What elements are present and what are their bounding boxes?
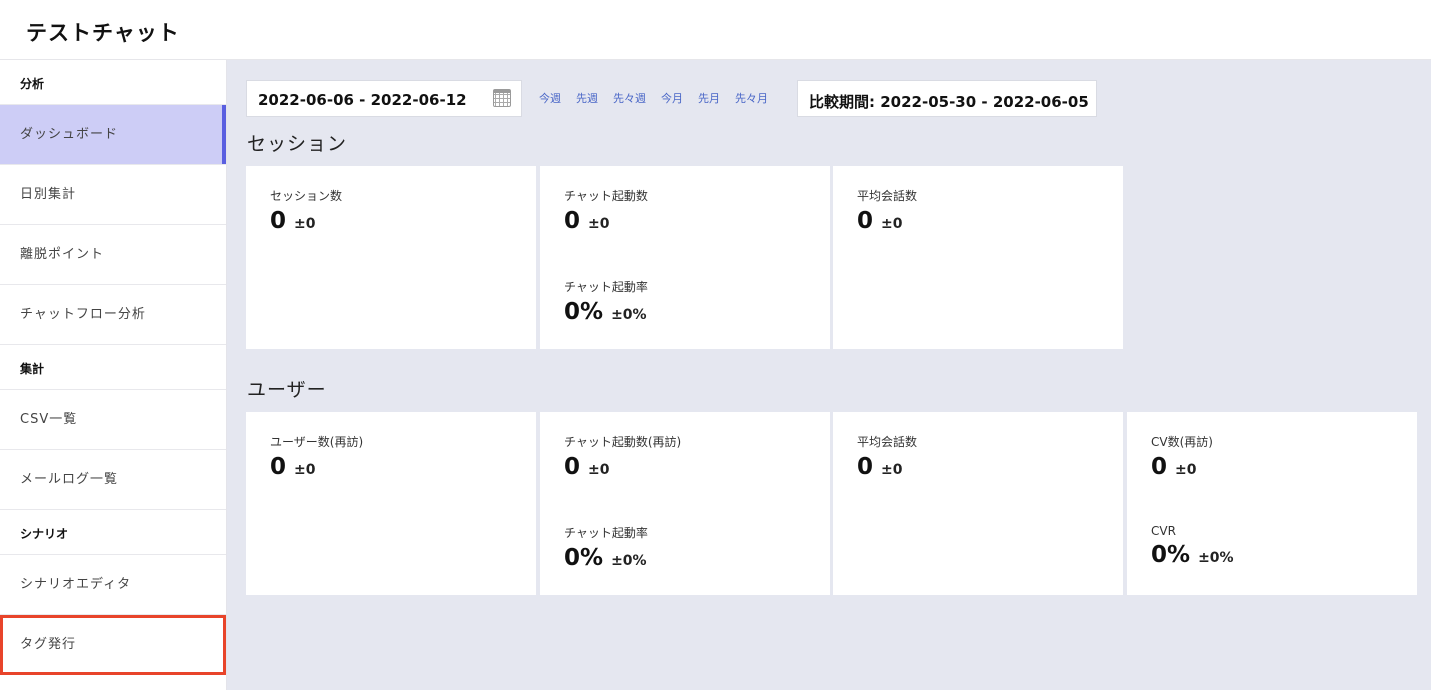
metric-diff: ±0% <box>611 553 647 569</box>
metric-users-returning: ユーザー数(再訪) 0 ±0 <box>270 433 363 480</box>
sidebar-item-csv-list[interactable]: CSV一覧 <box>0 390 226 450</box>
metric-card-chat-launches: チャット起動数 0 ±0 チャット起動率 0% ±0% <box>540 166 830 349</box>
app-title: テストチャット <box>26 21 180 45</box>
metric-diff: ±0 <box>881 462 903 478</box>
metric-avg-conversations: 平均会話数 0 ±0 <box>857 187 917 234</box>
metric-value: 0% <box>564 299 604 325</box>
sidebar-item-scenario-editor[interactable]: シナリオエディタ <box>0 555 226 615</box>
session-heading: セッション <box>247 133 348 155</box>
metric-cv-returning: CV数(再訪) 0 ±0 <box>1151 433 1213 480</box>
calendar-icon[interactable] <box>493 89 511 107</box>
metric-label: CVR <box>1151 524 1176 538</box>
metric-value: 0 <box>564 454 581 480</box>
metric-card-users-returning: ユーザー数(再訪) 0 ±0 <box>246 412 536 595</box>
metric-card-cv-returning: CV数(再訪) 0 ±0 CVR 0% ±0% <box>1127 412 1417 595</box>
metric-avg-conversations-users: 平均会話数 0 ±0 <box>857 433 917 480</box>
sidebar: 分析 ダッシュボード 日別集計 離脱ポイント チャットフロー分析 集計 CSV一… <box>0 60 227 690</box>
quick-link-this-month[interactable]: 今月 <box>661 90 683 106</box>
metric-label: 平均会話数 <box>857 189 918 203</box>
metric-chat-launch-rate-returning: チャット起動率 0% ±0% <box>564 524 648 571</box>
metric-diff: ±0 <box>294 216 316 232</box>
sidebar-section-scenario: シナリオ <box>0 510 226 555</box>
metric-label: チャット起動数(再訪) <box>564 435 682 449</box>
metric-label: チャット起動数 <box>564 189 648 203</box>
metric-card-chat-launches-returning: チャット起動数(再訪) 0 ±0 チャット起動率 0% ±0% <box>540 412 830 595</box>
metric-card-avg-conversations-users: 平均会話数 0 ±0 <box>833 412 1123 595</box>
metric-diff: ±0 <box>294 462 316 478</box>
date-range-value: 2022-06-06 - 2022-06-12 <box>258 91 467 109</box>
sidebar-section-analysis: 分析 <box>0 60 226 105</box>
metric-diff: ±0% <box>1198 550 1234 566</box>
metric-chat-launches-returning: チャット起動数(再訪) 0 ±0 <box>564 433 681 480</box>
metric-chat-launches: チャット起動数 0 ±0 <box>564 187 648 234</box>
quick-link-last-month[interactable]: 先月 <box>698 90 720 106</box>
metric-cvr: CVR 0% ±0% <box>1151 524 1234 568</box>
sidebar-item-dashboard[interactable]: ダッシュボード <box>0 105 226 165</box>
metric-value: 0 <box>857 454 874 480</box>
metric-value: 0% <box>1151 542 1191 568</box>
metric-label: ユーザー数(再訪) <box>270 435 364 449</box>
metric-label: チャット起動率 <box>564 280 648 294</box>
main-content: 2022-06-06 - 2022-06-12 今週 先週 先々週 今月 先月 … <box>227 60 1431 690</box>
sidebar-item-daily-summary[interactable]: 日別集計 <box>0 165 226 225</box>
metric-value: 0 <box>1151 454 1168 480</box>
metric-diff: ±0% <box>611 307 647 323</box>
quick-link-two-weeks-ago[interactable]: 先々週 <box>613 90 646 106</box>
date-range-picker[interactable]: 2022-06-06 - 2022-06-12 <box>246 80 522 117</box>
sidebar-item-tag-issue[interactable]: タグ発行 <box>0 615 226 675</box>
metric-chat-launch-rate: チャット起動率 0% ±0% <box>564 278 648 325</box>
quick-link-last-week[interactable]: 先週 <box>576 90 598 106</box>
sidebar-item-chat-flow-analysis[interactable]: チャットフロー分析 <box>0 285 226 345</box>
metric-value: 0% <box>564 545 604 571</box>
top-bar: テストチャット <box>0 0 1431 60</box>
compare-period-field[interactable]: 比較期間: 2022-05-30 - 2022-06-05 <box>797 80 1097 117</box>
metric-card-avg-conversations: 平均会話数 0 ±0 <box>833 166 1123 349</box>
metric-diff: ±0 <box>588 462 610 478</box>
sidebar-item-mail-log-list[interactable]: メールログ一覧 <box>0 450 226 510</box>
metric-diff: ±0 <box>881 216 903 232</box>
quick-link-two-months-ago[interactable]: 先々月 <box>735 90 768 106</box>
metric-value: 0 <box>270 208 287 234</box>
metric-diff: ±0 <box>1175 462 1197 478</box>
metric-value: 0 <box>857 208 874 234</box>
metric-label: 平均会話数 <box>857 435 918 449</box>
sidebar-section-aggregation: 集計 <box>0 345 226 390</box>
quick-range-links: 今週 先週 先々週 今月 先月 先々月 <box>539 90 768 106</box>
metric-sessions: セッション数 0 ±0 <box>270 187 342 234</box>
metric-label: セッション数 <box>270 189 343 203</box>
metric-card-sessions: セッション数 0 ±0 <box>246 166 536 349</box>
user-heading: ユーザー <box>247 379 327 401</box>
metric-label: CV数(再訪) <box>1151 435 1213 449</box>
metric-value: 0 <box>564 208 581 234</box>
metric-value: 0 <box>270 454 287 480</box>
sidebar-item-exit-points[interactable]: 離脱ポイント <box>0 225 226 285</box>
metric-label: チャット起動率 <box>564 526 648 540</box>
metric-diff: ±0 <box>588 216 610 232</box>
quick-link-this-week[interactable]: 今週 <box>539 90 561 106</box>
compare-period-value: 比較期間: 2022-05-30 - 2022-06-05 <box>809 93 1089 111</box>
